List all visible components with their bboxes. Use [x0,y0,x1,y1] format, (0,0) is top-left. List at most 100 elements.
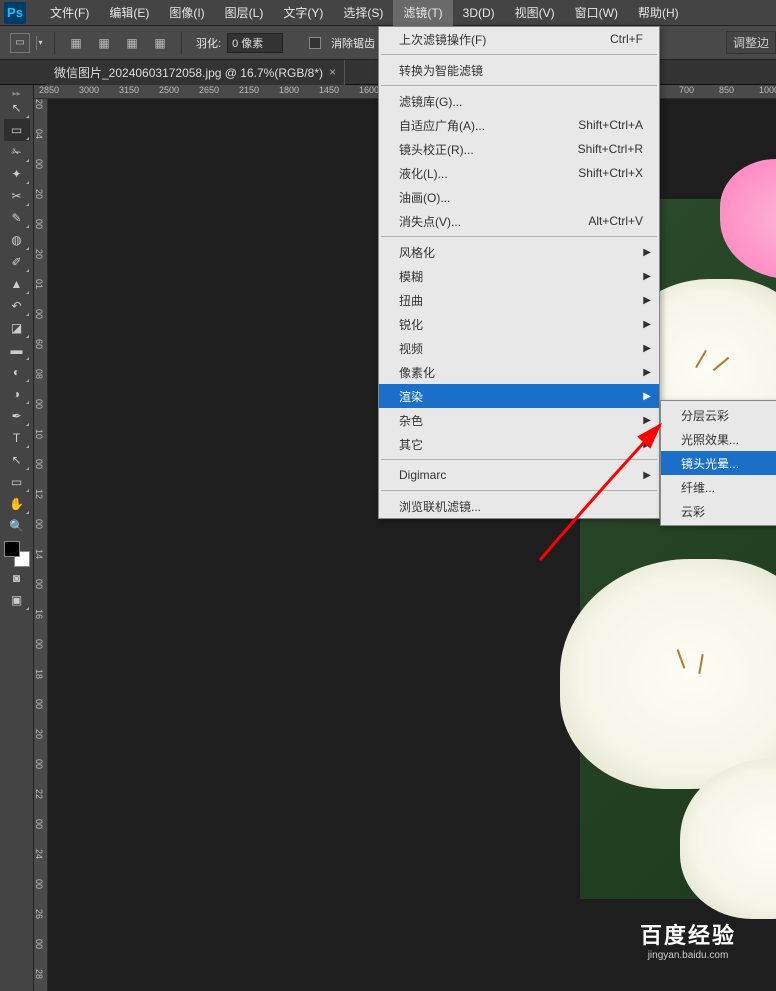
color-swatches[interactable] [4,541,30,567]
menu-help[interactable]: 帮助(H) [628,0,689,26]
screenmode-tool[interactable]: ▣ [4,589,30,611]
ruler-tick: 00 [34,459,44,469]
lasso-tool[interactable]: ✁ [4,141,30,163]
menu-window[interactable]: 窗口(W) [565,0,628,26]
document-tab[interactable]: 微信图片_20240603172058.jpg @ 16.7%(RGB/8*) … [46,60,345,85]
foreground-color[interactable] [4,541,20,557]
close-tab-icon[interactable]: × [329,65,336,79]
menu-item[interactable]: 油画(O)... [379,185,659,209]
menu-item[interactable]: 锐化▶ [379,312,659,336]
ruler-tick: 2500 [159,85,179,95]
menu-item[interactable]: 渲染▶ [379,384,659,408]
watermark-brand: 百度经验 [640,918,736,950]
menu-item[interactable]: 像素化▶ [379,360,659,384]
ruler-tick: 3150 [119,85,139,95]
ruler-vertical[interactable]: 2004002000200100600800100012001400160018… [34,99,48,991]
tool-preset-dropdown[interactable]: ▾ [36,36,44,50]
ruler-tick: 1800 [279,85,299,95]
submenu-item[interactable]: 分层云彩 [661,403,776,427]
text-tool[interactable]: T [4,427,30,449]
brush-tool[interactable]: ✐ [4,251,30,273]
menu-item[interactable]: 自适应广角(A)...Shift+Ctrl+A [379,113,659,137]
quickmask-tool[interactable]: ◙ [4,567,30,589]
watermark-url: jingyan.baidu.com [640,950,736,961]
path-select-tool[interactable]: ↖ [4,449,30,471]
menu-type[interactable]: 文字(Y) [273,0,333,26]
intersect-selection-icon[interactable]: ▦ [149,33,171,53]
menu-image[interactable]: 图像(I) [159,0,214,26]
hand-tool[interactable]: ✋ [4,493,30,515]
antialias-checkbox[interactable] [309,37,321,49]
menu-item[interactable]: 浏览联机滤镜... [379,494,659,518]
menu-separator [381,54,657,55]
submenu-item[interactable]: 镜头光晕... [661,451,776,475]
move-tool[interactable]: ↖ [4,97,30,119]
menu-item[interactable]: 视频▶ [379,336,659,360]
menu-item[interactable]: 杂色▶ [379,408,659,432]
menu-file[interactable]: 文件(F) [40,0,99,26]
menu-item[interactable]: 模糊▶ [379,264,659,288]
menu-filter[interactable]: 滤镜(T) [393,0,452,26]
menu-item[interactable]: 风格化▶ [379,240,659,264]
stamp-tool[interactable]: ▲ [4,273,30,295]
menu-item[interactable]: 上次滤镜操作(F)Ctrl+F [379,27,659,51]
menu-item[interactable]: Digimarc▶ [379,463,659,487]
menu-item[interactable]: 滤镜库(G)... [379,89,659,113]
refine-edge-button[interactable]: 调整边 [726,31,776,54]
menu-shortcut: Shift+Ctrl+A [578,118,643,132]
ruler-tick: 10 [34,429,44,439]
add-selection-icon[interactable]: ▦ [93,33,115,53]
zoom-tool[interactable]: 🔍 [4,515,30,537]
menu-item[interactable]: 消失点(V)...Alt+Ctrl+V [379,209,659,233]
menu-item[interactable]: 转换为智能滤镜 [379,58,659,82]
menu-item-label: 液化(L)... [399,165,448,182]
menu-item[interactable]: 液化(L)...Shift+Ctrl+X [379,161,659,185]
submenu-arrow-icon: ▶ [643,391,651,402]
submenu-item[interactable]: 云彩 [661,499,776,523]
menu-item[interactable]: 其它▶ [379,432,659,456]
pen-tool[interactable]: ✒ [4,405,30,427]
subtract-selection-icon[interactable]: ▦ [121,33,143,53]
ruler-tick: 22 [34,789,44,799]
history-brush-tool[interactable]: ↶ [4,295,30,317]
toolbar-grip[interactable]: ▸▸ [2,89,32,97]
feather-input[interactable] [227,33,283,53]
submenu-item[interactable]: 纤维... [661,475,776,499]
healing-tool[interactable]: ◍ [4,229,30,251]
app-logo: Ps [4,2,26,24]
ruler-tick: 00 [34,579,44,589]
submenu-arrow-icon: ▶ [643,295,651,306]
menu-item-label: 镜头校正(R)... [399,141,474,158]
gradient-tool[interactable]: ▬ [4,339,30,361]
ruler-tick: 00 [34,939,44,949]
menu-item[interactable]: 镜头校正(R)...Shift+Ctrl+R [379,137,659,161]
marquee-tool[interactable]: ▭ [4,119,30,141]
marquee-tool-icon[interactable]: ▭ [10,33,30,53]
menu-view[interactable]: 视图(V) [505,0,565,26]
menu-item-label: 风格化 [399,244,435,261]
menu-3d[interactable]: 3D(D) [453,0,505,26]
crop-tool[interactable]: ✂ [4,185,30,207]
menu-item-label: 模糊 [399,268,423,285]
submenu-item[interactable]: 光照效果... [661,427,776,451]
menu-edit[interactable]: 编辑(E) [99,0,159,26]
ruler-tick: 08 [34,369,44,379]
menu-layer[interactable]: 图层(L) [215,0,274,26]
ruler-tick: 1450 [319,85,339,95]
dodge-tool[interactable]: ◑ [4,383,30,405]
ruler-tick: 850 [719,85,734,95]
blur-tool[interactable]: ◐ [4,361,30,383]
menu-item[interactable]: 扭曲▶ [379,288,659,312]
shape-tool[interactable]: ▭ [4,471,30,493]
eyedropper-tool[interactable]: ✎ [4,207,30,229]
menu-select[interactable]: 选择(S) [333,0,393,26]
submenu-item-label: 镜头光晕... [681,455,739,472]
ruler-tick: 26 [34,909,44,919]
submenu-arrow-icon: ▶ [643,343,651,354]
new-selection-icon[interactable]: ▦ [65,33,87,53]
submenu-arrow-icon: ▶ [643,470,651,481]
menu-item-label: 浏览联机滤镜... [399,498,481,515]
ruler-tick: 16 [34,609,44,619]
eraser-tool[interactable]: ◪ [4,317,30,339]
magic-wand-tool[interactable]: ✦ [4,163,30,185]
